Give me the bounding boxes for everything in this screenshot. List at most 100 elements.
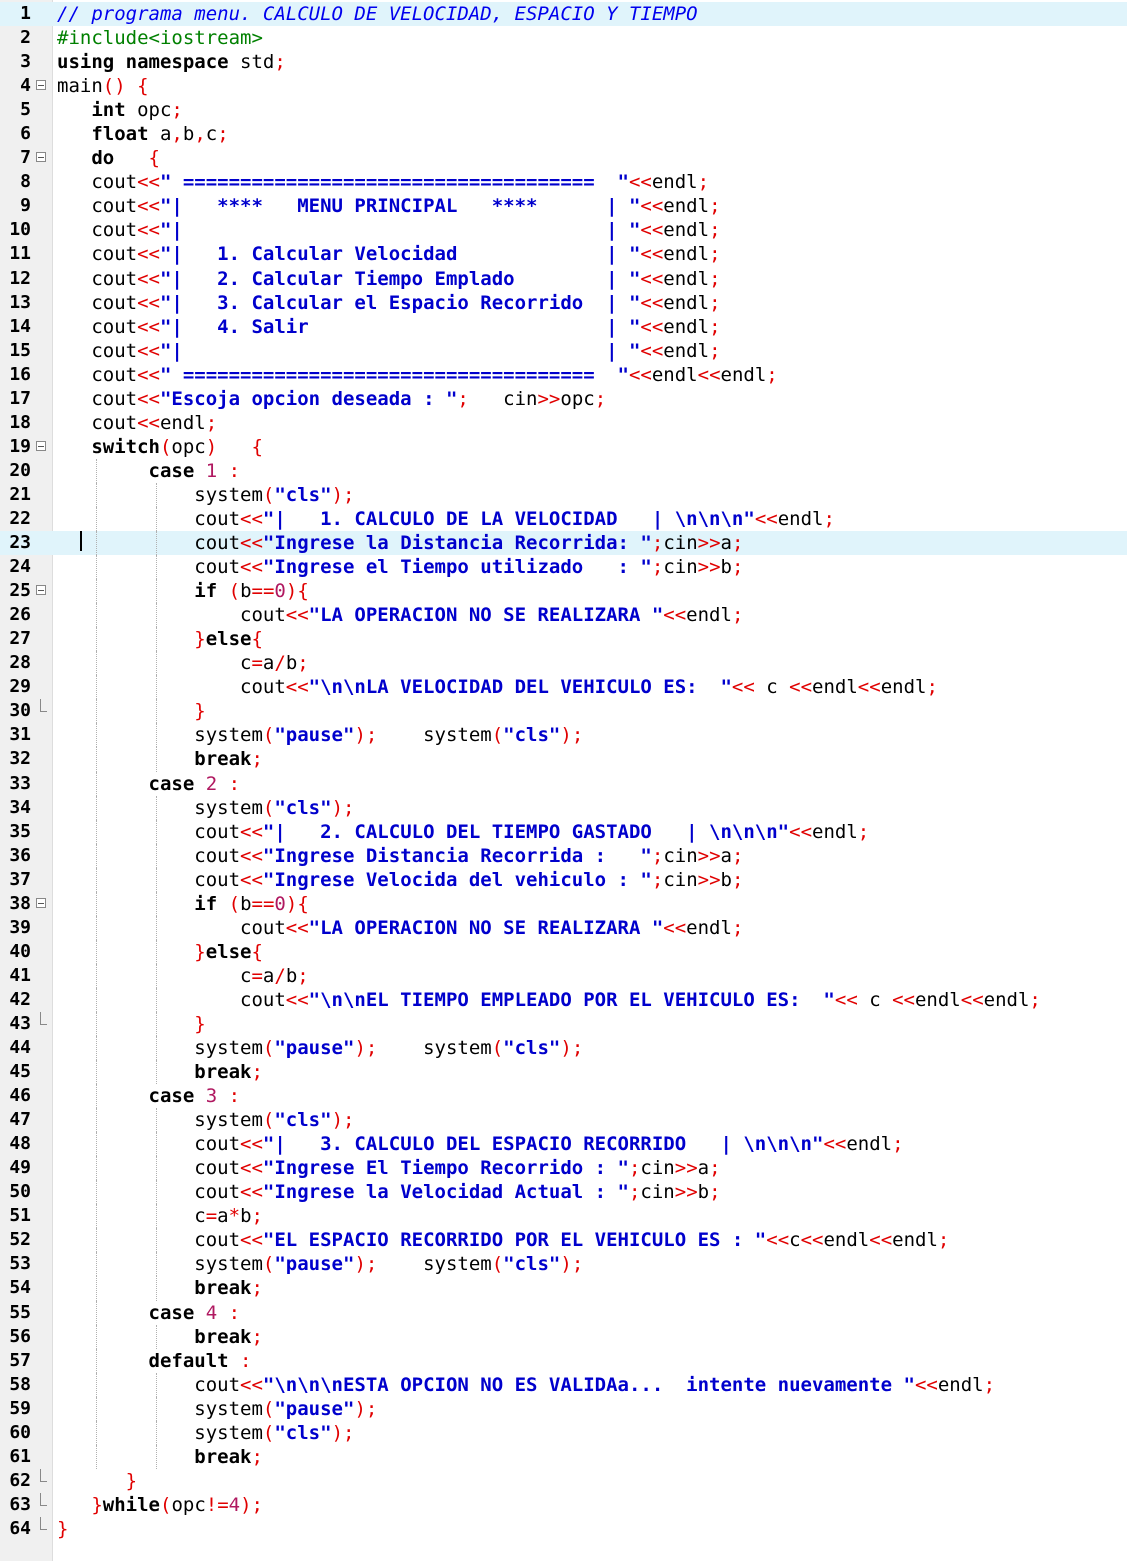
code-line[interactable]: 58 cout<<"\n\n\nESTA OPCION NO ES VALIDA… [0,1372,1127,1397]
line-number: 2 [20,27,31,49]
code-line[interactable]: 31 system("pause"); system("cls"); [0,723,1127,748]
line-text: cout<<"\n\nLA VELOCIDAD DEL VEHICULO ES:… [57,675,938,699]
code-line[interactable]: 39 cout<<"LA OPERACION NO SE REALIZARA "… [0,915,1127,940]
code-line[interactable]: 41 c=a/b; [0,963,1127,988]
code-token: ){ [285,892,309,915]
code-line[interactable]: 19 switch(opc) { [0,435,1127,459]
code-line[interactable]: 50 cout<<"Ingrese la Velocidad Actual : … [0,1180,1127,1205]
code-line[interactable]: 17 cout<<"Escoja opcion deseada : "; cin… [0,387,1127,411]
indent-guide [96,1108,98,1133]
code-line[interactable]: 38 if (b==0){ [0,891,1127,916]
code-line[interactable]: 49 cout<<"Ingrese El Tiempo Recorrido : … [0,1156,1127,1181]
code-token: << [640,219,664,242]
code-line[interactable]: 51 c=a*b; [0,1204,1127,1229]
code-line[interactable]: 10 cout<<"| | "<<endl; [0,218,1127,242]
fold-collapse-icon[interactable] [36,440,46,451]
code-line[interactable]: 32 break; [0,747,1127,772]
code-line[interactable]: 22 cout<<"| 1. CALCULO DE LA VELOCIDAD |… [0,506,1127,532]
code-line[interactable]: 21 system("cls"); [0,482,1127,507]
line-text: default : [57,1349,252,1373]
code-line[interactable]: 27 }else{ [0,627,1127,652]
code-line[interactable]: 35 cout<<"| 2. CALCULO DEL TIEMPO GASTAD… [0,819,1127,844]
code-token: "| 2. CALCULO DEL TIEMPO GASTADO | \n\n\… [262,820,790,843]
code-token: ; [823,507,835,530]
code-line[interactable]: 11 cout<<"| 1. Calcular Velocidad | "<<e… [0,242,1127,266]
indent-guide [155,627,157,652]
code-line[interactable]: 30 } [0,699,1127,724]
code-line[interactable]: 5 int opc; [0,98,1127,122]
indent-guide [155,1180,157,1205]
code-token: ; [709,339,721,362]
fold-end-icon [40,1468,47,1482]
code-line[interactable]: 4 main() { [0,74,1127,98]
code-line[interactable]: 6 float a,b,c; [0,122,1127,146]
code-token: << [285,988,309,1011]
code-line[interactable]: 47 system("cls"); [0,1108,1127,1133]
line-number: 53 [9,1253,31,1275]
code-line[interactable]: 64} [0,1516,1127,1541]
code-token: switch [91,435,160,458]
code-line[interactable]: 28 c=a/b; [0,651,1127,676]
code-line[interactable]: 43 } [0,1011,1127,1037]
code-token: cout [57,507,241,530]
code-line[interactable]: 60 system("cls"); [0,1420,1127,1445]
code-line[interactable]: 63 }while(opc!=4); [0,1492,1127,1517]
code-line[interactable]: 45 break; [0,1060,1127,1085]
code-line[interactable]: 62 } [0,1468,1127,1493]
fold-collapse-icon[interactable] [36,152,46,163]
code-line[interactable]: 56 break; [0,1324,1127,1349]
code-line[interactable]: 37 cout<<"Ingrese Velocida del vehiculo … [0,867,1127,892]
code-line[interactable]: 14 cout<<"| 4. Salir | "<<endl; [0,315,1127,339]
code-line[interactable]: 13 cout<<"| 3. Calcular el Espacio Recor… [0,291,1127,315]
fold-collapse-icon[interactable] [36,585,46,596]
code-line[interactable]: 59 system("pause"); [0,1396,1127,1421]
code-line[interactable]: 40 }else{ [0,939,1127,964]
code-line[interactable]: 7 do { [0,146,1127,170]
code-token: ; [251,1205,263,1228]
code-line[interactable]: 16 cout<<" =============================… [0,363,1127,387]
fold-collapse-icon[interactable] [36,897,46,908]
code-line[interactable]: 18 cout<<endl; [0,411,1127,435]
code-line[interactable]: 46 case 3 : [0,1084,1127,1109]
code-line[interactable]: 23 cout<<"Ingrese la Distancia Recorrida… [0,531,1127,556]
code-line[interactable]: 1 // programa menu. CALCULO DE VELOCIDAD,… [0,2,1127,27]
line-text: do { [57,146,160,170]
code-line[interactable]: 61 break; [0,1444,1127,1469]
code-line[interactable]: 34 system("cls"); [0,795,1127,820]
code-line[interactable]: 24 cout<<"Ingrese el Tiempo utilizado : … [0,555,1127,580]
code-line[interactable]: 44 system("pause"); system("cls"); [0,1036,1127,1061]
fold-collapse-icon[interactable] [36,80,46,91]
indent-guide [96,579,98,604]
code-line[interactable]: 33 case 2 : [0,771,1127,796]
indent-guide [155,1204,157,1229]
code-line[interactable]: 9 cout<<"| **** MENU PRINCIPAL **** | "<… [0,194,1127,218]
code-line[interactable]: 2 #include<iostream> [0,26,1127,50]
code-token: opc [125,99,172,122]
code-editor[interactable]: 1 // programa menu. CALCULO DE VELOCIDAD,… [0,0,1127,1561]
code-line[interactable]: 57 default : [0,1348,1127,1373]
code-line[interactable]: 12 cout<<"| 2. Calcular Tiempo Emplado |… [0,267,1127,291]
code-token: << [240,532,263,555]
code-line[interactable]: 26 cout<<"LA OPERACION NO SE REALIZARA "… [0,603,1127,628]
code-token: << [663,604,687,627]
code-line[interactable]: 52 cout<<"EL ESPACIO RECORRIDO POR EL VE… [0,1228,1127,1253]
code-line[interactable]: 48 cout<<"| 3. CALCULO DEL ESPACIO RECOR… [0,1132,1127,1157]
code-line[interactable]: 20 case 1 : [0,458,1127,483]
code-line[interactable]: 8 cout<<" ==============================… [0,170,1127,194]
indent-guide [96,458,98,483]
code-line[interactable]: 3 using namespace std; [0,50,1127,74]
code-line[interactable]: 54 break; [0,1276,1127,1301]
code-token: cin [640,1157,675,1180]
code-token: system [377,1253,492,1276]
code-line[interactable]: 42 cout<<"\n\nEL TIEMPO EMPLEADO POR EL … [0,987,1127,1012]
code-line[interactable]: 55 case 4 : [0,1300,1127,1325]
code-token: "cls" [274,796,332,819]
code-area[interactable]: 1 // programa menu. CALCULO DE VELOCIDAD,… [0,2,1127,1541]
code-line[interactable]: 25 if (b==0){ [0,579,1127,604]
code-line[interactable]: 53 system("pause"); system("cls"); [0,1252,1127,1277]
code-line[interactable]: 15 cout<<"| | "<<endl; [0,339,1127,363]
code-line[interactable]: 29 cout<<"\n\nLA VELOCIDAD DEL VEHICULO … [0,675,1127,700]
code-line[interactable]: 36 cout<<"Ingrese Distancia Recorrida : … [0,843,1127,868]
code-token: break [194,1061,252,1084]
